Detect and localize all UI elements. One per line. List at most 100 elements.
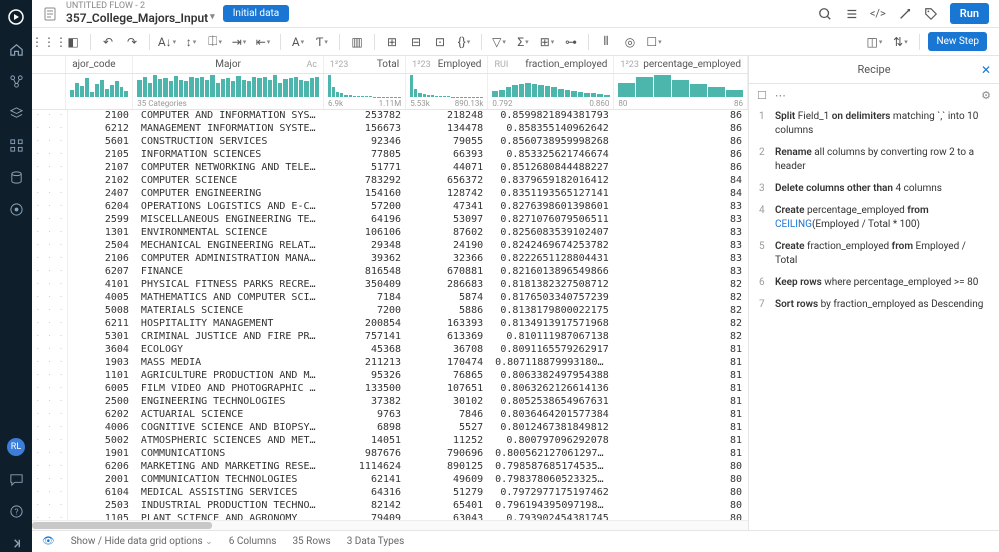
recipe-step[interactable]: 3Delete columns other than 4 columns — [753, 178, 995, 200]
table-row[interactable]: ···2407COMPUTER ENGINEERING1541601287420… — [32, 188, 748, 201]
database-icon[interactable] — [7, 168, 25, 186]
col-header[interactable]: RUIfraction_employed — [488, 56, 614, 73]
column-icon[interactable]: ▥ — [346, 31, 368, 53]
table-row[interactable]: ···2107COMPUTER NETWORKING AND TELECOMMU… — [32, 162, 748, 175]
table-row[interactable]: ···2503INDUSTRIAL PRODUCTION TECHNOLOGIE… — [32, 500, 748, 513]
help-icon[interactable]: ? — [7, 502, 25, 520]
recipe-step[interactable]: 1Split Field_1 on delimiters matching `,… — [753, 106, 995, 142]
doc-title[interactable]: 357_College_Majors_Input▾ — [66, 12, 215, 25]
recipe-step[interactable]: 4Create percentage_employed from CEILING… — [753, 200, 995, 236]
table-row[interactable]: ···1903MASS MEDIA2112131704740.807118879… — [32, 357, 748, 370]
search-icon[interactable] — [818, 7, 832, 21]
recipe-step[interactable]: 6Keep rows where percentage_employed >= … — [753, 272, 995, 294]
col-header[interactable]: 1²23Employed — [406, 56, 488, 73]
home-icon[interactable] — [7, 40, 25, 58]
filter-col-icon[interactable]: ⎅▾ — [204, 31, 226, 53]
col-header[interactable]: 1²23percentage_employed — [614, 56, 748, 73]
table-row[interactable]: ···2105INFORMATION SCIENCES77805663930.8… — [32, 149, 748, 162]
format-icon[interactable]: A▾ — [287, 31, 309, 53]
table-row[interactable]: ···3604ECOLOGY45368367080.80911655792629… — [32, 344, 748, 357]
table-row[interactable]: ···2599MISCELLANEOUS ENGINEERING TECHNOL… — [32, 214, 748, 227]
split-icon[interactable]: ⇤▾ — [252, 31, 274, 53]
redo-icon[interactable]: ↷ — [121, 31, 143, 53]
table-row[interactable]: ···1901COMMUNICATIONS9876767906960.80056… — [32, 448, 748, 461]
braces-icon[interactable]: {}▾ — [453, 31, 475, 53]
panel-icon[interactable]: ◧ — [62, 31, 84, 53]
sigma-icon[interactable]: Σ▾ — [512, 31, 534, 53]
h-scrollbar[interactable] — [32, 520, 748, 530]
recipe-step[interactable]: 2Rename all columns by converting row 2 … — [753, 142, 995, 178]
table-row[interactable]: ···6104MEDICAL ASSISTING SERVICES6431651… — [32, 487, 748, 500]
code-icon[interactable]: </> — [870, 7, 886, 20]
table-row[interactable]: ···1301ENVIRONMENTAL SCIENCE106106876020… — [32, 227, 748, 240]
col-header[interactable]: AᴄMajor — [133, 56, 324, 73]
tag-icon[interactable] — [924, 7, 938, 21]
table-row[interactable]: ···2106COMPUTER ADMINISTRATION MANAGEMEN… — [32, 253, 748, 266]
join-icon[interactable]: ⊶ — [560, 31, 582, 53]
table-row[interactable]: ···2102COMPUTER SCIENCE7832926563720.837… — [32, 175, 748, 188]
table-row[interactable]: ···6207FINANCE8165486708810.821601389654… — [32, 266, 748, 279]
unpivot-icon[interactable]: ⊡ — [429, 31, 451, 53]
table-row[interactable]: ···2500ENGINEERING TECHNOLOGIES373823010… — [32, 396, 748, 409]
close-icon[interactable]: ✕ — [981, 63, 991, 77]
gear-icon[interactable]: ⚙ — [981, 89, 991, 102]
merge-icon[interactable]: ⇥▾ — [228, 31, 250, 53]
collapse-icon[interactable] — [7, 534, 25, 552]
col-header[interactable]: 1²23Total — [324, 56, 406, 73]
table-row[interactable]: ···6206MARKETING AND MARKETING RESEARCH1… — [32, 461, 748, 474]
data-body[interactable]: ···2100COMPUTER AND INFORMATION SYSTEMS2… — [32, 110, 748, 520]
text-icon[interactable]: Ƭ▾ — [311, 31, 333, 53]
list-icon[interactable] — [844, 7, 858, 21]
initial-data-button[interactable]: Initial data — [223, 5, 290, 22]
new-step-button[interactable]: New Step — [928, 32, 987, 51]
eye-icon[interactable]: 👁 — [42, 536, 55, 547]
table-row[interactable]: ···2001COMMUNICATION TECHNOLOGIES6214149… — [32, 474, 748, 487]
table-row[interactable]: ···4006COGNITIVE SCIENCE AND BIOPSYCHOLO… — [32, 422, 748, 435]
sort-desc-icon[interactable]: ↕▾ — [180, 31, 202, 53]
left-nav-rail: RL ? — [0, 0, 32, 552]
flow-icon[interactable] — [7, 72, 25, 90]
table-row[interactable]: ···1105PLANT SCIENCE AND AGRONOMY7940963… — [32, 513, 748, 520]
table-row[interactable]: ···6211HOSPITALITY MANAGEMENT20085416339… — [32, 318, 748, 331]
table-row[interactable]: ···5008MATERIALS SCIENCE720058860.813817… — [32, 305, 748, 318]
chart2-icon[interactable]: ⫴ — [595, 31, 617, 53]
wand-icon[interactable] — [898, 7, 912, 21]
table-row[interactable]: ···2100COMPUTER AND INFORMATION SYSTEMS2… — [32, 110, 748, 123]
run-button[interactable]: Run — [950, 3, 989, 24]
table-row[interactable]: ···6202ACTUARIAL SCIENCE976378460.803646… — [32, 409, 748, 422]
checkbox-icon[interactable]: ☐ — [757, 89, 767, 102]
calc-icon[interactable]: ⊞▾ — [536, 31, 558, 53]
grid-options-link[interactable]: Show / Hide data grid options ⌄ — [71, 536, 213, 547]
view-opts-icon[interactable]: ◫▾ — [863, 31, 885, 53]
sliders-icon[interactable]: ⇅▾ — [889, 31, 911, 53]
grid-view-icon[interactable]: ⋮⋮⋮ — [38, 31, 60, 53]
globe-icon[interactable]: ◎ — [619, 31, 641, 53]
funnel-icon[interactable]: ▽▾ — [488, 31, 510, 53]
recipe-step[interactable]: 7Sort rows by fraction_employed as Desce… — [753, 294, 995, 316]
table-row[interactable]: ···4101PHYSICAL FITNESS PARKS RECREATION… — [32, 279, 748, 292]
table-row[interactable]: ···2504MECHANICAL ENGINEERING RELATED TE… — [32, 240, 748, 253]
group-icon[interactable]: ⊞ — [381, 31, 403, 53]
grid-icon[interactable] — [7, 136, 25, 154]
table-row[interactable]: ···6005FILM VIDEO AND PHOTOGRAPHIC ARTS1… — [32, 383, 748, 396]
play-icon[interactable] — [7, 8, 25, 26]
pivot-icon[interactable]: ⊟ — [405, 31, 427, 53]
table-row[interactable]: ···4005MATHEMATICS AND COMPUTER SCIENCE7… — [32, 292, 748, 305]
more-icon[interactable]: ☐▾ — [643, 31, 665, 53]
recipe-header: Recipe ✕ — [749, 56, 999, 84]
sort-asc-icon[interactable]: A↓▾ — [156, 31, 178, 53]
table-row[interactable]: ···5601CONSTRUCTION SERVICES92346790550.… — [32, 136, 748, 149]
table-row[interactable]: ···1101AGRICULTURE PRODUCTION AND MANAGE… — [32, 370, 748, 383]
table-row[interactable]: ···6204OPERATIONS LOGISTICS AND E-COMMER… — [32, 201, 748, 214]
table-row[interactable]: ···5002ATMOSPHERIC SCIENCES AND METEOROL… — [32, 435, 748, 448]
layers-icon[interactable] — [7, 104, 25, 122]
target-icon[interactable] — [7, 200, 25, 218]
recipe-step[interactable]: 5Create fraction_employed from Employed … — [753, 236, 995, 272]
avatar[interactable]: RL — [7, 438, 25, 456]
undo-icon[interactable]: ↶ — [97, 31, 119, 53]
table-row[interactable]: ···6212MANAGEMENT INFORMATION SYSTEMS AN… — [32, 123, 748, 136]
more-icon[interactable]: ⋯ — [775, 89, 786, 102]
col-header[interactable]: ajor_code — [66, 56, 133, 73]
table-row[interactable]: ···5301CRIMINAL JUSTICE AND FIRE PROTECT… — [32, 331, 748, 344]
chat-icon[interactable] — [7, 470, 25, 488]
